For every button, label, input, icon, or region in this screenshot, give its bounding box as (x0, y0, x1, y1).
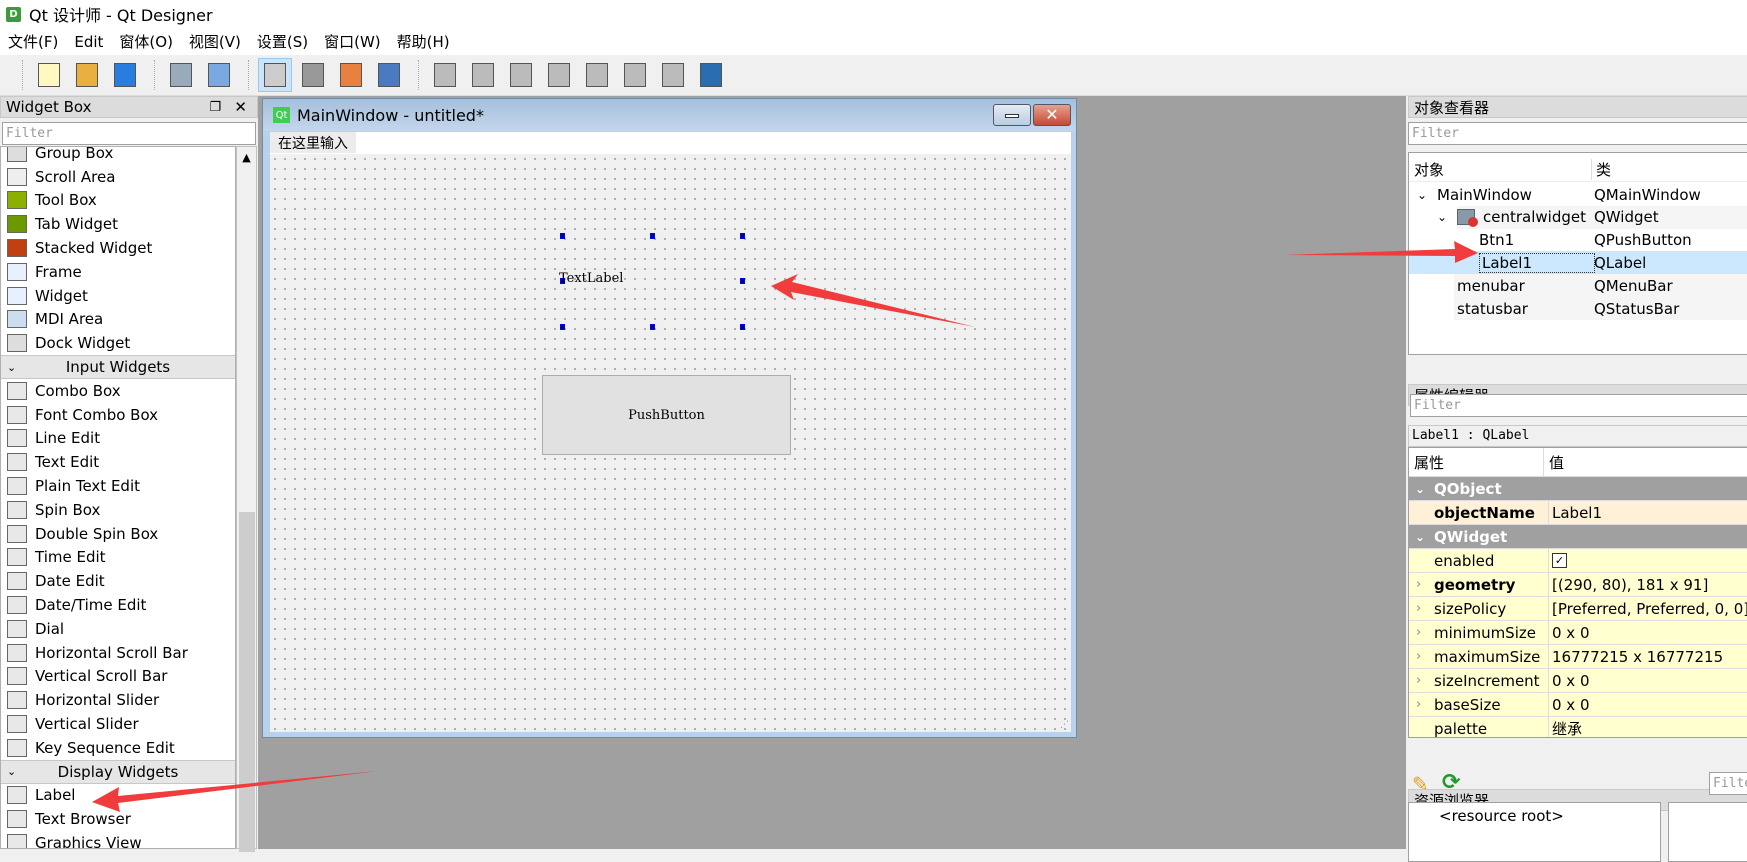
arrow-annotation (771, 274, 975, 327)
arrow-annotation (92, 771, 378, 812)
arrow-annotation (1284, 241, 1478, 263)
annotation-arrows (92, 241, 1478, 812)
annotation-layer (92, 241, 1478, 812)
